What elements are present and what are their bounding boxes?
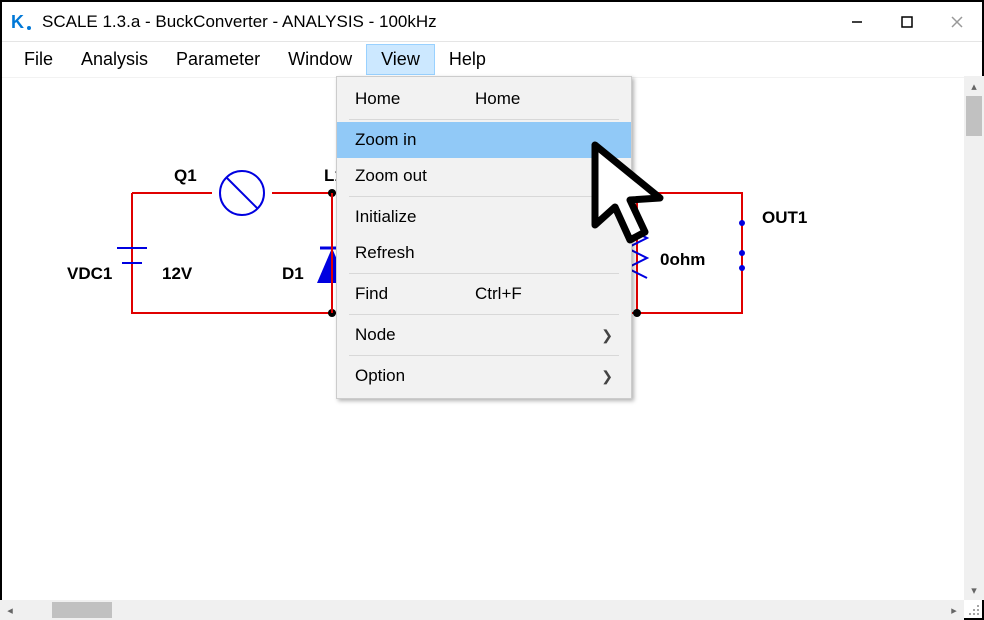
menu-item-accel: Home: [475, 89, 613, 109]
menu-item-label: Initialize: [355, 207, 475, 227]
menu-node[interactable]: Node ❯: [337, 317, 631, 353]
menu-analysis[interactable]: Analysis: [67, 45, 162, 74]
menu-parameter[interactable]: Parameter: [162, 45, 274, 74]
menu-refresh[interactable]: Refresh: [337, 235, 631, 271]
view-dropdown: Home Home Zoom in Zoom out Initialize Re…: [336, 76, 632, 399]
chevron-right-icon: ❯: [601, 368, 613, 385]
app-icon: K: [10, 10, 34, 34]
title-bar: K SCALE 1.3.a - BuckConverter - ANALYSIS…: [2, 2, 982, 42]
label-out1: OUT1: [762, 208, 807, 228]
menu-separator: [349, 314, 619, 315]
minimize-button[interactable]: [832, 2, 882, 41]
menu-find[interactable]: Find Ctrl+F: [337, 276, 631, 312]
menu-separator: [349, 196, 619, 197]
menu-item-label: Find: [355, 284, 475, 304]
menu-separator: [349, 355, 619, 356]
menu-item-label: Refresh: [355, 243, 475, 263]
menu-item-label: Node: [355, 325, 475, 345]
window-title: SCALE 1.3.a - BuckConverter - ANALYSIS -…: [42, 12, 832, 32]
menu-item-accel: Ctrl+F: [475, 284, 613, 304]
label-q1: Q1: [174, 166, 197, 186]
label-vdc1-value: 12V: [162, 264, 192, 284]
menu-bar: File Analysis Parameter Window View Help: [2, 42, 982, 78]
scroll-down-icon[interactable]: ▾: [964, 580, 984, 600]
horizontal-scrollbar[interactable]: ◂ ▸: [0, 600, 964, 620]
menu-zoom-out[interactable]: Zoom out: [337, 158, 631, 194]
window-controls: [832, 2, 982, 41]
label-d1: D1: [282, 264, 304, 284]
maximize-button[interactable]: [882, 2, 932, 41]
menu-separator: [349, 119, 619, 120]
label-vdc1: VDC1: [67, 264, 112, 284]
menu-item-label: Zoom out: [355, 166, 475, 186]
menu-view[interactable]: View: [366, 44, 435, 75]
menu-option[interactable]: Option ❯: [337, 358, 631, 394]
resize-grip-icon[interactable]: [966, 602, 982, 618]
label-r-value: 0ohm: [660, 250, 705, 270]
close-button[interactable]: [932, 2, 982, 41]
menu-separator: [349, 273, 619, 274]
menu-help[interactable]: Help: [435, 45, 500, 74]
scroll-up-icon[interactable]: ▴: [964, 76, 984, 96]
menu-zoom-in[interactable]: Zoom in: [337, 122, 631, 158]
scroll-thumb[interactable]: [52, 602, 112, 618]
menu-initialize[interactable]: Initialize: [337, 199, 631, 235]
scroll-left-icon[interactable]: ◂: [0, 600, 20, 620]
scroll-right-icon[interactable]: ▸: [944, 600, 964, 620]
menu-item-label: Option: [355, 366, 475, 386]
menu-home[interactable]: Home Home: [337, 81, 631, 117]
vertical-scrollbar[interactable]: ▴ ▾: [964, 76, 984, 600]
menu-item-label: Home: [355, 89, 475, 109]
scroll-thumb[interactable]: [966, 96, 982, 136]
menu-file[interactable]: File: [10, 45, 67, 74]
chevron-right-icon: ❯: [601, 327, 613, 344]
menu-item-label: Zoom in: [355, 130, 475, 150]
menu-window[interactable]: Window: [274, 45, 366, 74]
svg-text:K: K: [11, 12, 24, 32]
